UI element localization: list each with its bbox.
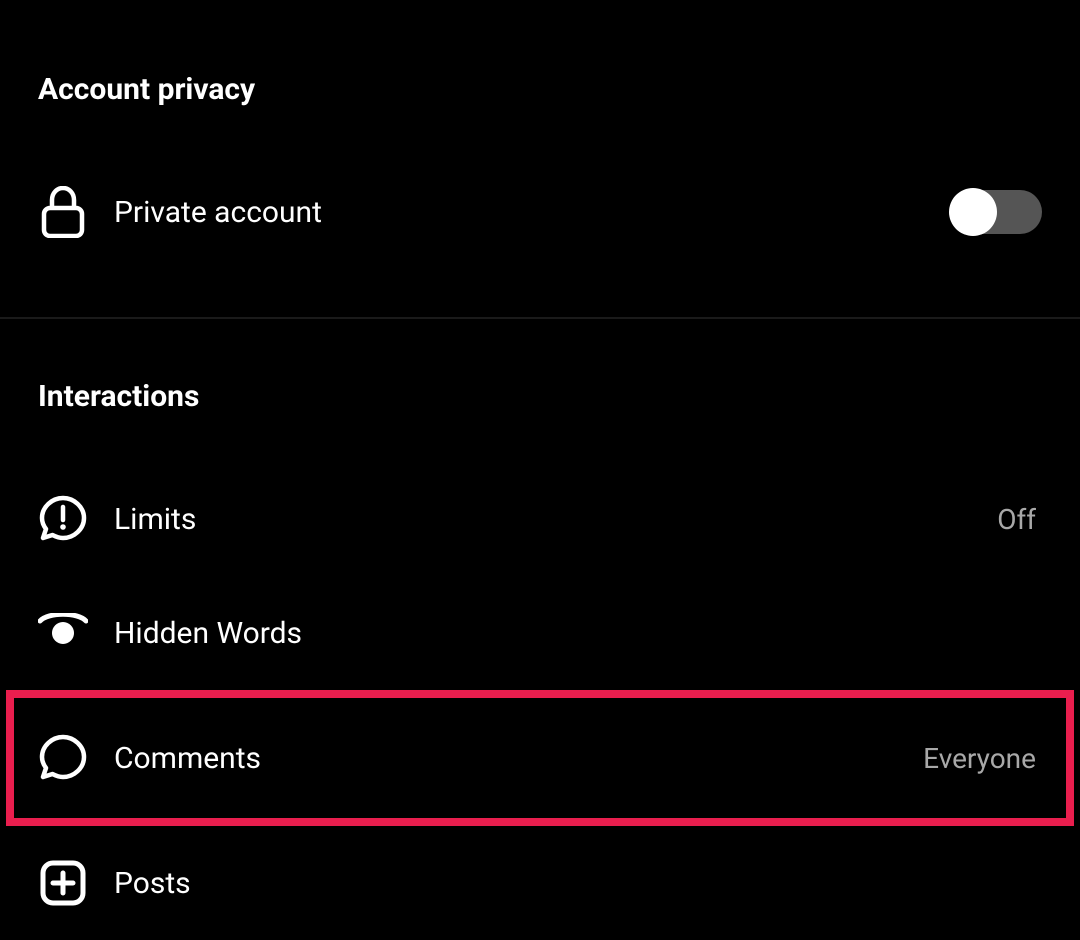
toggle-handle: [949, 188, 997, 236]
posts-label: Posts: [114, 866, 1042, 901]
limits-row[interactable]: Limits Off: [0, 462, 1080, 576]
posts-row[interactable]: Posts: [0, 826, 1080, 940]
section-header-interactions: Interactions: [0, 379, 1080, 414]
hidden-words-icon: [38, 608, 88, 658]
posts-icon: [38, 858, 88, 908]
limits-label: Limits: [114, 502, 997, 537]
private-account-toggle[interactable]: [952, 190, 1042, 234]
private-account-label: Private account: [114, 195, 952, 230]
section-header-account-privacy: Account privacy: [0, 0, 1080, 107]
hidden-words-label: Hidden Words: [114, 616, 1042, 651]
comments-icon: [38, 733, 88, 783]
hidden-words-row[interactable]: Hidden Words: [0, 576, 1080, 690]
limits-icon: [38, 494, 88, 544]
comments-label: Comments: [114, 741, 923, 776]
lock-icon: [38, 187, 88, 237]
comments-row[interactable]: Comments Everyone: [6, 690, 1074, 826]
private-account-row[interactable]: Private account: [0, 155, 1080, 269]
limits-value: Off: [997, 503, 1036, 536]
comments-value: Everyone: [923, 742, 1036, 775]
